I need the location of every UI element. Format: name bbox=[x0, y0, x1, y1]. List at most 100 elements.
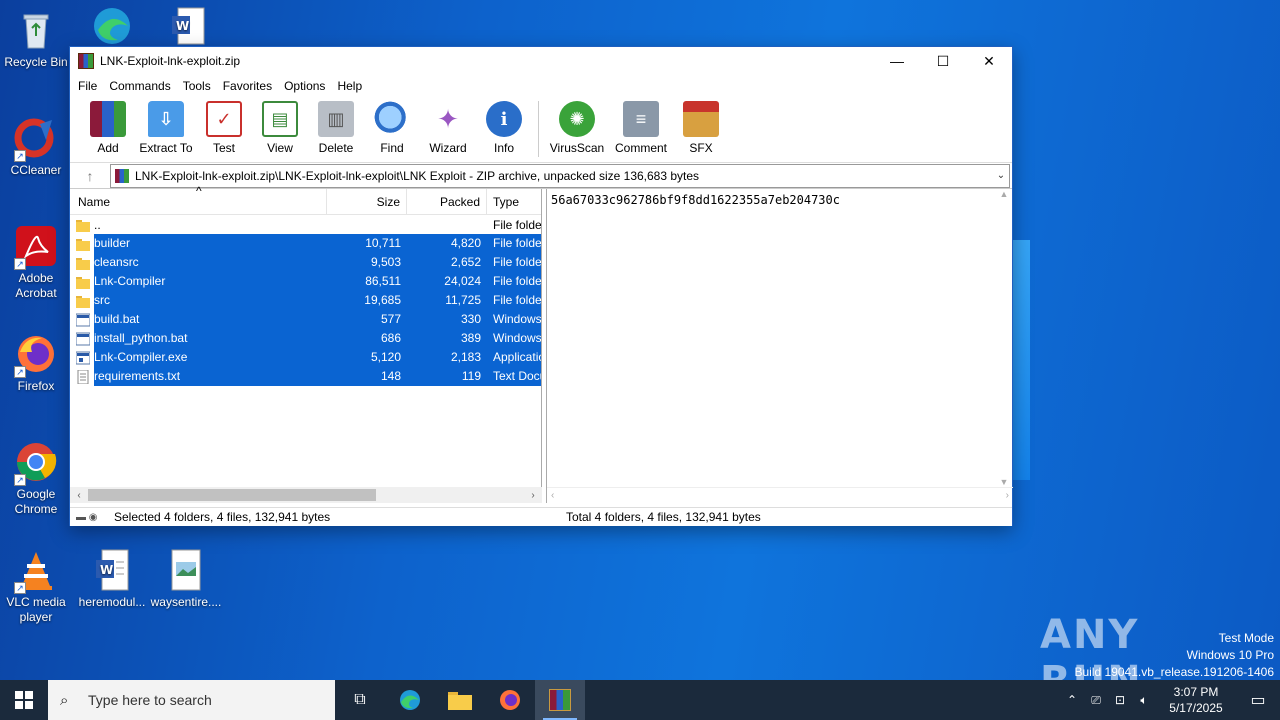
virusscan-button[interactable]: ✺ VirusScan bbox=[545, 97, 609, 155]
desktop-icon-edge[interactable] bbox=[76, 4, 148, 51]
desktop-icon-heremodul[interactable]: W heremodul... bbox=[76, 548, 148, 610]
sort-indicator-icon: ^ bbox=[196, 184, 202, 198]
winrar-app-icon bbox=[78, 53, 94, 69]
add-archive-icon bbox=[90, 101, 126, 137]
volume-icon[interactable]: 🔈︎ bbox=[1132, 693, 1156, 708]
menu-help[interactable]: Help bbox=[331, 79, 368, 93]
file-row[interactable]: builder 10,711 4,820 File folder bbox=[70, 234, 541, 253]
word-doc-icon: W bbox=[90, 548, 134, 592]
file-row[interactable]: .. File folder bbox=[70, 215, 541, 234]
menu-tools[interactable]: Tools bbox=[177, 79, 217, 93]
start-button[interactable] bbox=[0, 680, 48, 720]
file-type: File folder bbox=[487, 291, 541, 310]
scroll-left-icon[interactable]: ‹ bbox=[70, 490, 88, 501]
search-icon: ⌕ bbox=[60, 691, 69, 709]
network-icon[interactable]: ⊡ bbox=[1108, 693, 1132, 707]
build-label: Build 19041.vb_release.191206-1406 bbox=[1074, 665, 1275, 679]
minimize-button[interactable]: — bbox=[874, 47, 920, 75]
comment-horizontal-scrollbar[interactable]: ‹ › bbox=[547, 487, 1013, 503]
desktop-icon-firefox[interactable]: ↗ Firefox bbox=[0, 332, 72, 394]
path-field[interactable]: LNK-Exploit-lnk-exploit.zip\LNK-Exploit-… bbox=[110, 163, 1010, 188]
file-row[interactable]: Lnk-Compiler.exe5,1202,183Application bbox=[70, 348, 541, 367]
file-row[interactable]: requirements.txt148119Text Document bbox=[70, 367, 541, 386]
file-name-cell: install_python.bat bbox=[70, 329, 327, 348]
file-row[interactable]: cleansrc 9,503 2,652 File folder bbox=[70, 253, 541, 272]
file-type: File folder bbox=[487, 272, 541, 291]
desktop-icon-word-doc[interactable]: W bbox=[152, 4, 224, 51]
desktop-icon-acrobat[interactable]: ↗ Adobe Acrobat bbox=[0, 224, 72, 301]
file-type: File folder bbox=[487, 253, 541, 272]
view-button[interactable]: ▤ View bbox=[252, 97, 308, 155]
file-name: install_python.bat bbox=[94, 329, 327, 348]
taskbar-file-explorer[interactable] bbox=[435, 680, 485, 720]
file-row[interactable]: src 19,685 11,725 File folder bbox=[70, 291, 541, 310]
title-bar[interactable]: LNK-Exploit-lnk-exploit.zip — ☐ ✕ bbox=[70, 47, 1012, 75]
toolbar-label: Comment bbox=[614, 141, 667, 155]
maximize-icon: ☐ bbox=[936, 52, 950, 69]
scrollbar-thumb[interactable] bbox=[88, 489, 376, 501]
menu-bar: File Commands Tools Favorites Options He… bbox=[70, 75, 1012, 97]
comment-button[interactable]: ≡ Comment bbox=[609, 97, 673, 155]
file-packed: 389 bbox=[407, 329, 487, 348]
scroll-left-icon[interactable]: ‹ bbox=[551, 490, 554, 501]
toolbar-label: Add bbox=[97, 141, 119, 155]
meet-now-icon[interactable]: ⎚ bbox=[1084, 693, 1108, 708]
extract-to-button[interactable]: ⇩ Extract To bbox=[136, 97, 196, 155]
chevron-up-icon[interactable]: ⌃ bbox=[1060, 693, 1084, 707]
column-size[interactable]: Size bbox=[327, 188, 407, 215]
column-packed[interactable]: Packed bbox=[407, 188, 487, 215]
test-button[interactable]: ✓ Test bbox=[196, 97, 252, 155]
close-icon: ✕ bbox=[983, 52, 995, 69]
add-button[interactable]: Add bbox=[80, 97, 136, 155]
sfx-button[interactable]: SFX bbox=[673, 97, 729, 155]
toolbar-separator bbox=[538, 101, 539, 157]
status-total: Total 4 folders, 4 files, 132,941 bytes bbox=[566, 510, 761, 524]
delete-button[interactable]: ▥ Delete bbox=[308, 97, 364, 155]
notifications-icon[interactable]: ▭ bbox=[1236, 690, 1280, 710]
close-button[interactable]: ✕ bbox=[966, 47, 1012, 75]
clock[interactable]: 3:07 PM 5/17/2025 bbox=[1156, 684, 1236, 716]
file-row[interactable]: Lnk-Compiler 86,511 24,024 File folder bbox=[70, 272, 541, 291]
find-button[interactable]: Find bbox=[364, 97, 420, 155]
file-type: Text Document bbox=[487, 367, 541, 386]
taskbar-winrar[interactable] bbox=[535, 680, 585, 720]
scroll-down-icon[interactable]: ▼ bbox=[1000, 477, 1009, 487]
maximize-button[interactable]: ☐ bbox=[920, 47, 966, 75]
menu-options[interactable]: Options bbox=[278, 79, 331, 93]
menu-commands[interactable]: Commands bbox=[103, 79, 176, 93]
application-icon bbox=[75, 351, 91, 365]
info-icon: i bbox=[486, 101, 522, 137]
desktop-icon-label: CCleaner bbox=[10, 163, 62, 177]
vertical-scrollbar[interactable]: ▲ ▼ bbox=[996, 189, 1012, 487]
wizard-wand-icon: ✦ bbox=[437, 103, 459, 134]
taskbar-firefox[interactable] bbox=[485, 680, 535, 720]
address-bar: ↑ LNK-Exploit-lnk-exploit.zip\LNK-Exploi… bbox=[70, 163, 1012, 189]
scroll-up-icon[interactable]: ▲ bbox=[1000, 189, 1009, 199]
desktop-icon-ccleaner[interactable]: ↗ CCleaner bbox=[0, 116, 72, 178]
info-button[interactable]: i Info bbox=[476, 97, 532, 155]
desktop-icon-chrome[interactable]: ↗ Google Chrome bbox=[0, 440, 72, 517]
file-name: Lnk-Compiler.exe bbox=[94, 348, 327, 367]
column-type[interactable]: Type bbox=[487, 189, 541, 215]
desktop-icon-recycle-bin[interactable]: Recycle Bin bbox=[0, 8, 72, 70]
file-row[interactable]: install_python.bat686389Windows Batch Fi… bbox=[70, 329, 541, 348]
toolbar-label: Test bbox=[212, 141, 235, 155]
taskbar-search[interactable]: ⌕ Type here to search bbox=[48, 680, 335, 720]
up-arrow-button[interactable]: ↑ bbox=[70, 168, 110, 184]
horizontal-scrollbar[interactable]: ‹ › bbox=[70, 487, 542, 503]
scroll-right-icon[interactable]: › bbox=[1006, 490, 1009, 501]
desktop-icon-waysentire[interactable]: waysentire.... bbox=[150, 548, 222, 610]
wizard-button[interactable]: ✦ Wizard bbox=[420, 97, 476, 156]
taskbar-edge[interactable] bbox=[385, 680, 435, 720]
file-size: 86,511 bbox=[327, 272, 407, 291]
task-view-button[interactable]: ⧉ bbox=[335, 680, 385, 720]
zip-archive-icon bbox=[115, 168, 129, 183]
menu-file[interactable]: File bbox=[72, 79, 103, 93]
file-size: 577 bbox=[327, 310, 407, 329]
desktop-icon-vlc[interactable]: ↗ VLC media player bbox=[0, 548, 72, 625]
scroll-right-icon[interactable]: › bbox=[524, 490, 542, 501]
status-bar: ▬ ◉ Selected 4 folders, 4 files, 132,941… bbox=[70, 507, 1012, 526]
chevron-down-icon[interactable]: ⌄ bbox=[993, 170, 1009, 181]
file-row[interactable]: build.bat577330Windows Batch File bbox=[70, 310, 541, 329]
menu-favorites[interactable]: Favorites bbox=[217, 79, 278, 93]
